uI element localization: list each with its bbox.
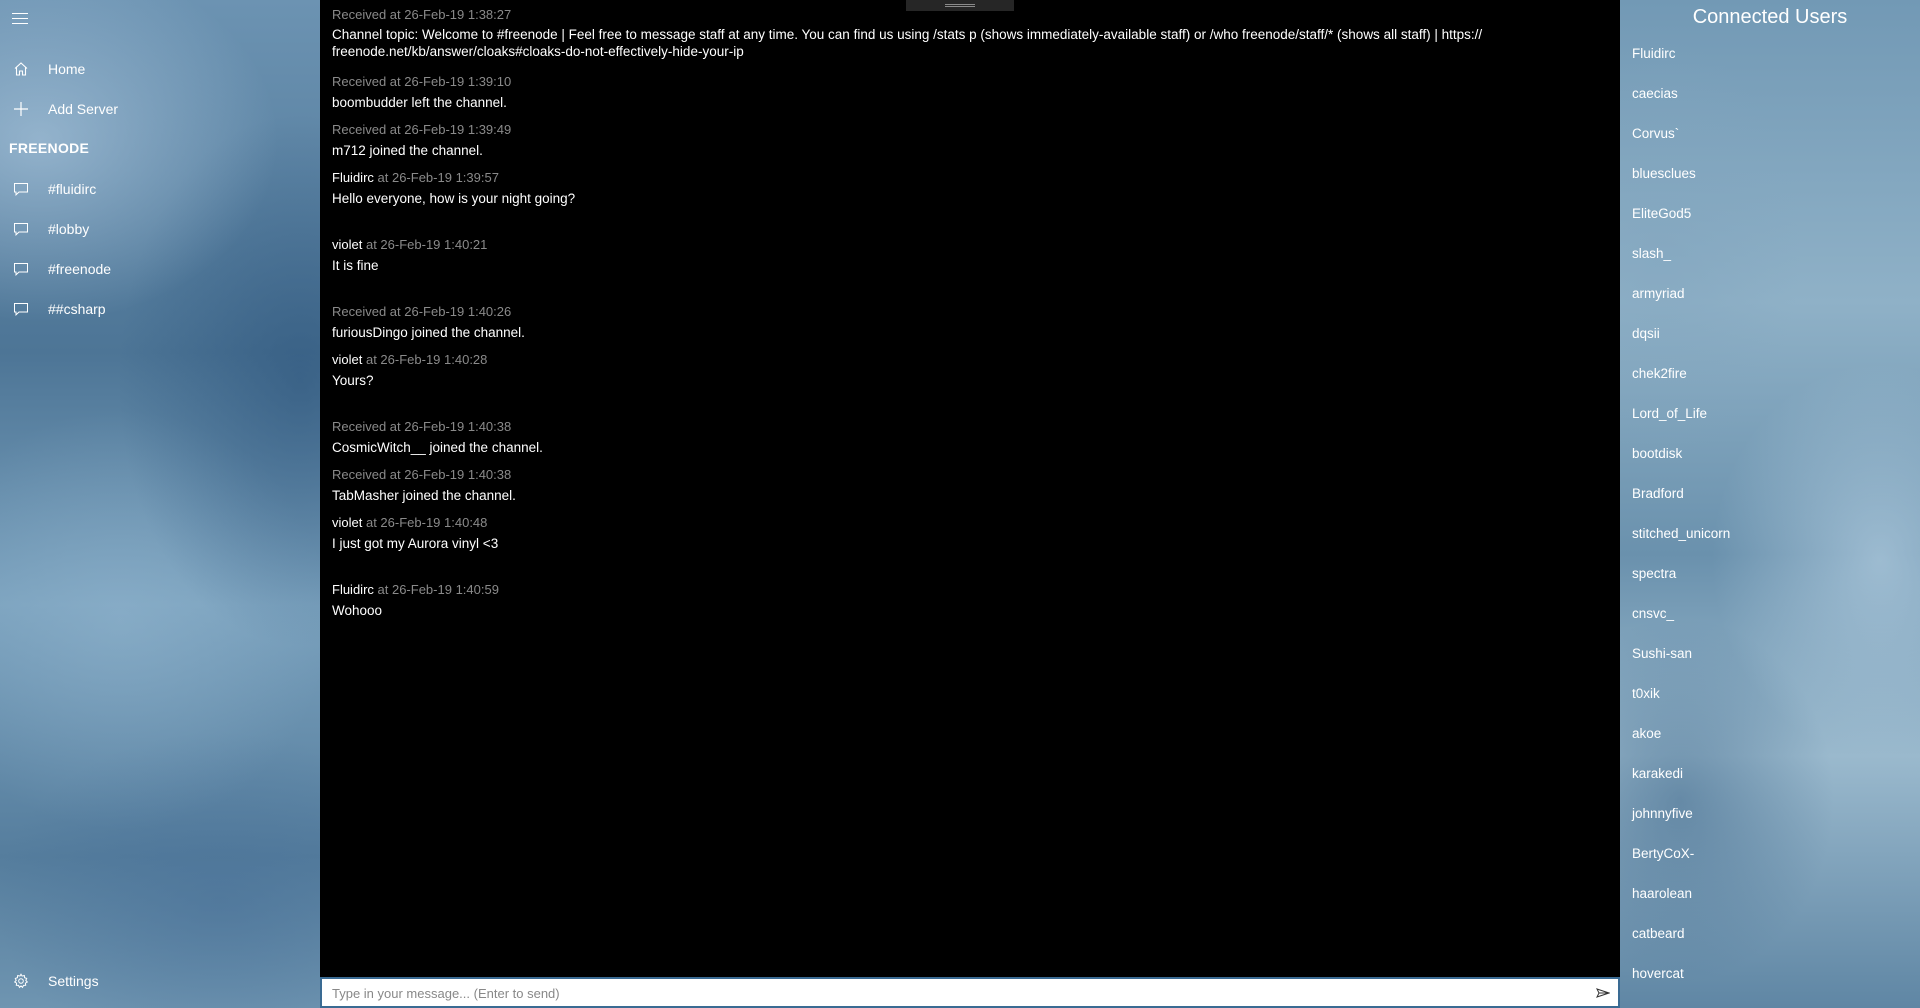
channel-label: #lobby bbox=[48, 221, 90, 237]
message-meta: violet at 26-Feb-19 1:40:48 bbox=[332, 515, 1602, 531]
user-list-item[interactable]: akoe bbox=[1632, 722, 1902, 746]
message-meta: Received at 26-Feb-19 1:39:49 bbox=[332, 122, 512, 137]
message-nick[interactable]: violet bbox=[332, 237, 362, 252]
message-meta: Received at 26-Feb-19 1:38:27 bbox=[332, 7, 512, 22]
user-list-item[interactable]: Bradford bbox=[1632, 482, 1902, 506]
message-nick[interactable]: Fluidirc bbox=[332, 582, 374, 597]
sidebar-item-channel[interactable]: ##csharp bbox=[0, 289, 320, 329]
user-list-item[interactable]: Sushi-san bbox=[1632, 642, 1902, 666]
user-list-item[interactable]: bluesclues bbox=[1632, 162, 1902, 186]
chat-message: Received at 26-Feb-19 1:40:38 CosmicWitc… bbox=[332, 419, 1602, 456]
chat-message: violet at 26-Feb-19 1:40:48 I just got m… bbox=[332, 515, 1602, 552]
user-list-item[interactable]: caecias bbox=[1632, 82, 1902, 106]
user-list-item[interactable]: Fluidirc bbox=[1632, 42, 1902, 66]
chat-bubble-icon bbox=[11, 259, 31, 279]
navigation-sidebar: Home Add Server FREENODE #fluidirc #lobb… bbox=[0, 0, 320, 1008]
sidebar-item-channel[interactable]: #lobby bbox=[0, 209, 320, 249]
message-text: Wohooo bbox=[332, 603, 383, 618]
chat-message: Fluidirc at 26-Feb-19 1:39:57 Hello ever… bbox=[332, 170, 1602, 207]
chat-message: Received at 26-Feb-19 1:40:26 furiousDin… bbox=[332, 304, 1602, 341]
chat-message: Received at 26-Feb-19 1:39:49 m712 joine… bbox=[332, 122, 1602, 159]
user-list-item[interactable]: catbeard bbox=[1632, 922, 1902, 946]
chat-message: Received at 26-Feb-19 1:40:38 TabMasher … bbox=[332, 467, 1602, 504]
message-nick[interactable]: Fluidirc bbox=[332, 170, 374, 185]
message-text: Yours? bbox=[332, 373, 374, 388]
message-meta: Received at 26-Feb-19 1:40:38 bbox=[332, 467, 512, 482]
user-list-item[interactable]: hovercat bbox=[1632, 962, 1902, 986]
nav-home-label: Home bbox=[48, 61, 86, 77]
message-text: It is fine bbox=[332, 258, 379, 273]
message-meta: Received at 26-Feb-19 1:39:10 bbox=[332, 74, 512, 89]
chat-bubble-icon bbox=[11, 219, 31, 239]
message-meta: violet at 26-Feb-19 1:40:21 bbox=[332, 237, 1602, 253]
plus-icon bbox=[11, 99, 31, 119]
user-list-item[interactable]: spectra bbox=[1632, 562, 1902, 586]
user-list-item[interactable]: haarolean bbox=[1632, 882, 1902, 906]
nav-add-server[interactable]: Add Server bbox=[0, 89, 320, 129]
chat-message: Fluidirc at 26-Feb-19 1:40:59 Wohooo bbox=[332, 582, 1602, 619]
message-text: furiousDingo joined the channel. bbox=[332, 325, 525, 340]
user-list-item[interactable]: johnnyfive bbox=[1632, 802, 1902, 826]
connected-users-panel: Connected Users Fluidirc caecias Corvus`… bbox=[1620, 0, 1920, 1008]
chat-bubble-icon bbox=[11, 179, 31, 199]
message-time: at 26-Feb-19 1:39:57 bbox=[373, 170, 499, 185]
chat-message: Received at 26-Feb-19 1:39:10 boombudder… bbox=[332, 74, 1602, 111]
message-meta: Received at 26-Feb-19 1:40:26 bbox=[332, 304, 512, 319]
nav-add-server-label: Add Server bbox=[48, 101, 119, 117]
message-text: Hello everyone, how is your night going? bbox=[332, 191, 576, 206]
channel-label: #fluidirc bbox=[48, 181, 97, 197]
user-list-item[interactable]: dqsii bbox=[1632, 322, 1902, 346]
message-body: Channel topic: Welcome to #freenode | Fe… bbox=[332, 26, 1602, 60]
nav-settings-label: Settings bbox=[48, 973, 99, 989]
message-nick[interactable]: violet bbox=[332, 515, 362, 530]
message-time: at 26-Feb-19 1:40:21 bbox=[362, 237, 488, 252]
nav-settings[interactable]: Settings bbox=[0, 961, 320, 1001]
chat-message: Received at 26-Feb-19 1:38:27 Channel to… bbox=[332, 7, 1602, 60]
message-meta: Fluidirc at 26-Feb-19 1:40:59 bbox=[332, 582, 1602, 598]
chat-message: violet at 26-Feb-19 1:40:21 It is fine bbox=[332, 237, 1602, 274]
nav-home[interactable]: Home bbox=[0, 49, 320, 89]
user-list-item[interactable]: BertyCoX- bbox=[1632, 842, 1902, 866]
message-meta: violet at 26-Feb-19 1:40:28 bbox=[332, 352, 1602, 368]
server-header: FREENODE bbox=[9, 140, 90, 156]
user-list-item[interactable]: Lord_of_Life bbox=[1632, 402, 1902, 426]
user-list-item[interactable]: Corvus` bbox=[1632, 122, 1902, 146]
message-text: boombudder left the channel. bbox=[332, 95, 507, 110]
message-time: at 26-Feb-19 1:40:48 bbox=[362, 515, 488, 530]
message-text: m712 joined the channel. bbox=[332, 143, 483, 158]
user-list-item[interactable]: t0xik bbox=[1632, 682, 1902, 706]
message-time: at 26-Feb-19 1:40:28 bbox=[362, 352, 488, 367]
gear-icon bbox=[11, 971, 31, 991]
sidebar-item-channel[interactable]: #freenode bbox=[0, 249, 320, 289]
chat-message: violet at 26-Feb-19 1:40:28 Yours? bbox=[332, 352, 1602, 389]
home-icon bbox=[11, 59, 31, 79]
message-meta: Received at 26-Feb-19 1:40:38 bbox=[332, 419, 512, 434]
user-list-item[interactable]: EliteGod5 bbox=[1632, 202, 1902, 226]
message-text: Channel topic: Welcome to #freenode | Fe… bbox=[332, 27, 1483, 42]
message-text: TabMasher joined the channel. bbox=[332, 488, 516, 503]
hamburger-icon[interactable] bbox=[12, 13, 28, 25]
user-list-item[interactable]: chek2fire bbox=[1632, 362, 1902, 386]
message-text: freenode.net/kb/answer/cloaks#cloaks-do-… bbox=[332, 44, 744, 59]
user-list-item[interactable]: karakedi bbox=[1632, 762, 1902, 786]
chat-bubble-icon bbox=[11, 299, 31, 319]
message-text: I just got my Aurora vinyl <3 bbox=[332, 536, 499, 551]
user-list-item[interactable]: slash_ bbox=[1632, 242, 1902, 266]
sidebar-item-channel[interactable]: #fluidirc bbox=[0, 169, 320, 209]
message-composer bbox=[320, 977, 1620, 1008]
message-meta: Fluidirc at 26-Feb-19 1:39:57 bbox=[332, 170, 1602, 186]
message-text: CosmicWitch__ joined the channel. bbox=[332, 440, 543, 455]
user-list-item[interactable]: armyriad bbox=[1632, 282, 1902, 306]
channel-label: ##csharp bbox=[48, 301, 106, 317]
user-list-item[interactable]: bootdisk bbox=[1632, 442, 1902, 466]
connected-users-title: Connected Users bbox=[1692, 6, 1848, 28]
channel-label: #freenode bbox=[48, 261, 112, 277]
chat-log[interactable]: Received at 26-Feb-19 1:38:27 Channel to… bbox=[320, 0, 1620, 978]
user-list-item[interactable]: cnsvc_ bbox=[1632, 602, 1902, 626]
message-input[interactable] bbox=[330, 981, 1584, 1005]
send-icon[interactable] bbox=[1596, 986, 1611, 1000]
message-time: at 26-Feb-19 1:40:59 bbox=[373, 582, 499, 597]
message-nick[interactable]: violet bbox=[332, 352, 362, 367]
user-list-item[interactable]: stitched_unicorn bbox=[1632, 522, 1902, 546]
